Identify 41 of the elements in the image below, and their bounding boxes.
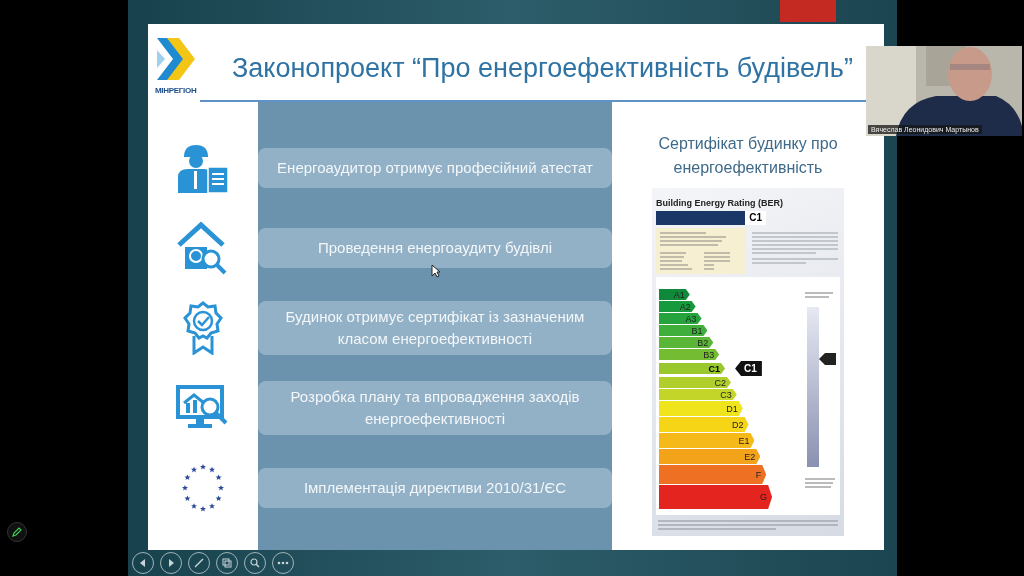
- next-icon: [167, 559, 175, 567]
- star-circle-icon: [181, 463, 225, 513]
- search-icon: [250, 558, 260, 568]
- logo-text: МІНРЕГІОН: [155, 86, 197, 95]
- annotate-button[interactable]: [7, 522, 27, 542]
- energy-band: D2: [659, 417, 749, 432]
- step-box: Енергоаудитор отримує професійний атестат: [258, 148, 612, 188]
- energy-band: C1: [659, 363, 726, 374]
- step-box: Імплементація директиви 2010/31/ЄС: [258, 468, 612, 508]
- monitor-chart-icon: [176, 385, 230, 431]
- previous-icon: [139, 559, 147, 567]
- rating-box: C1: [745, 211, 766, 225]
- energy-band: A2: [659, 301, 696, 312]
- energy-band: F: [659, 465, 767, 484]
- energy-band: D1: [659, 401, 743, 416]
- pen-icon: [194, 558, 204, 568]
- house-magnifier-icon: [177, 221, 229, 275]
- slides-icon: [222, 558, 232, 568]
- energy-band: E1: [659, 433, 755, 448]
- more-icon: [277, 561, 289, 565]
- energy-band: G: [659, 485, 773, 509]
- step-box: Будинок отримує сертифікат із зазначеним класом енергоефективності: [258, 301, 612, 355]
- logo-icon: [155, 36, 195, 82]
- energy-band: C3: [659, 389, 737, 400]
- energy-band: A3: [659, 313, 702, 324]
- energy-band: B1: [659, 325, 708, 336]
- slide-title: Законопроект “Про енергоефективність будівель”: [232, 52, 853, 84]
- certificate-title: Building Energy Rating (BER): [656, 197, 784, 208]
- energy-band: A1: [659, 289, 690, 300]
- certificate-heading: Сертифікат будинку про енергоефективність: [657, 134, 839, 178]
- mouse-cursor-icon: [431, 264, 441, 278]
- step-box: Проведення енергоаудиту будівлі: [258, 228, 612, 268]
- pencil-icon: [12, 527, 22, 537]
- rating-pointer: C1: [735, 361, 762, 376]
- energy-band: E2: [659, 449, 761, 464]
- background-shape: [780, 0, 836, 22]
- energy-band: C2: [659, 377, 731, 388]
- step-box: Розробка плану та впровадження заходів енергоефективності: [258, 381, 612, 435]
- energy-band: B2: [659, 337, 714, 348]
- award-badge-icon: [183, 301, 223, 355]
- energy-band: B3: [659, 349, 720, 360]
